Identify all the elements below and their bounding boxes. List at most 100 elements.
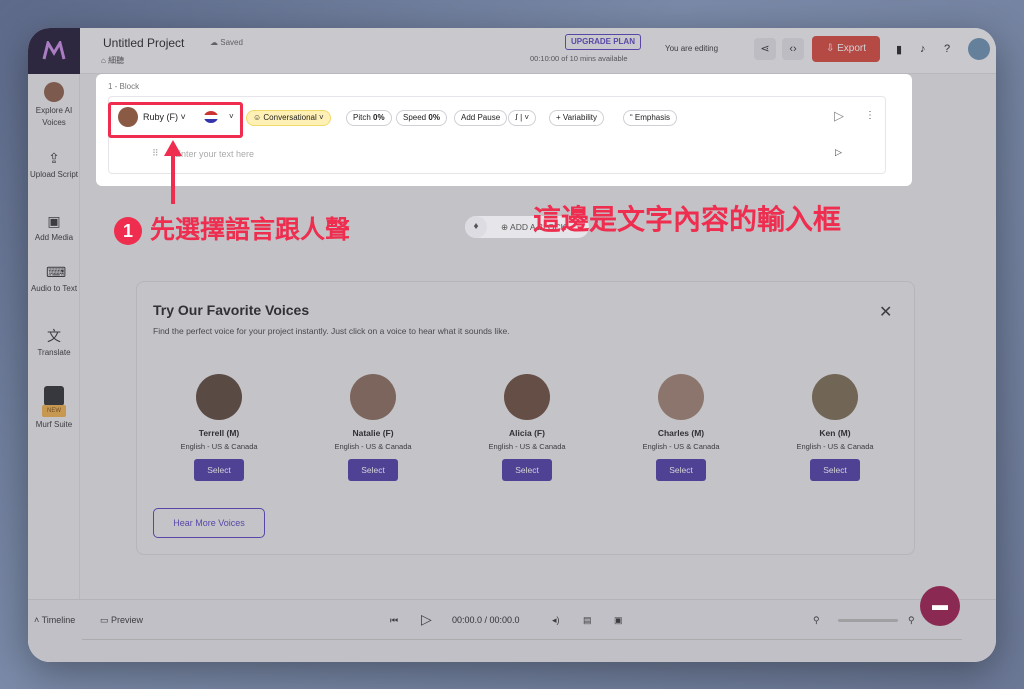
sidebar: Explore AI Voices ⇪ Upload Script ▣ Add …	[28, 28, 80, 662]
style-label: Conversational	[263, 113, 317, 122]
voice-avatar	[658, 374, 704, 420]
preview-icon: ▭	[100, 615, 109, 625]
timeline-label: Timeline	[41, 615, 76, 625]
preview-button[interactable]: ▭ Preview	[100, 615, 143, 626]
download-icon: ⇩	[825, 43, 835, 54]
top-bar: Untitled Project ☁ Saved ⌂ 細聽 UPGRADE PL…	[80, 28, 996, 74]
captions-icon[interactable]: ▣	[614, 615, 623, 626]
voice-locale: English - US & Canada	[796, 442, 874, 451]
timeline-ruler[interactable]	[82, 639, 962, 655]
timeline-bar: ˄ Timeline ▭ Preview ⏮ ▷ 00:00.0 / 00:00…	[28, 599, 996, 662]
voice-card: Ken (M) English - US & Canada Select	[775, 374, 895, 481]
project-title[interactable]: Untitled Project	[103, 36, 184, 50]
pronunciation-button[interactable]: ꭍ | ˅	[508, 110, 537, 126]
input-annotation: 這邊是文字內容的輸入框	[533, 204, 842, 235]
voice-avatar	[196, 374, 242, 420]
pitch-value: 0%	[373, 113, 385, 122]
sidebar-item-label: Audio to Text	[30, 284, 78, 293]
voice-avatar	[504, 374, 550, 420]
select-voice-button[interactable]: Select	[810, 459, 860, 481]
speed-label: Speed	[403, 113, 427, 122]
mic-icon[interactable]: ♦	[465, 216, 487, 238]
plus-icon: ⊕	[501, 222, 509, 232]
voice-name: Alicia (F)	[509, 428, 545, 438]
voice-name: Charles (M)	[657, 428, 705, 438]
comment-icon[interactable]: ▮	[896, 43, 902, 56]
variability-label: Variability	[562, 113, 597, 122]
select-voice-button[interactable]: Select	[502, 459, 552, 481]
sidebar-item-label: Upload Script	[29, 170, 79, 179]
favorites-title: Try Our Favorite Voices	[153, 302, 310, 318]
zoom-out-icon[interactable]: ⚲	[813, 615, 820, 626]
step-text: 先選擇語言跟人聲	[150, 216, 351, 244]
suite-icon	[44, 386, 64, 406]
select-voice-button[interactable]: Select	[348, 459, 398, 481]
speed-value: 0%	[428, 113, 440, 122]
pitch-control[interactable]: Pitch 0%	[346, 110, 392, 126]
murf-logo[interactable]	[28, 28, 80, 74]
voice-locale: English - US & Canada	[642, 442, 720, 451]
preview-label: Preview	[111, 615, 144, 625]
audio-text-icon: ⌨	[46, 264, 67, 280]
text-input[interactable]: Enter your text here	[175, 149, 254, 159]
voice-card: Natalie (F) English - US & Canada Select	[313, 374, 433, 481]
sidebar-item-label: Explore AI Voices	[35, 106, 73, 127]
sidebar-item-explore-voices[interactable]: Explore AI Voices	[28, 82, 80, 129]
saved-status: ☁ Saved	[210, 38, 243, 47]
volume-icon[interactable]: ◂)	[552, 615, 560, 626]
sidebar-item-upload-script[interactable]: ⇪ Upload Script	[28, 150, 80, 181]
play-line-icon[interactable]: ▷	[835, 147, 842, 158]
code-icon: ‹›	[789, 43, 797, 55]
voice-name: Natalie (F)	[352, 428, 394, 438]
more-options-icon[interactable]: ⋮	[865, 110, 875, 121]
voice-avatar	[350, 374, 396, 420]
style-selector[interactable]: ☺ Conversational ˅	[246, 110, 331, 126]
timeline-toggle[interactable]: ˄ Timeline	[34, 615, 75, 625]
bell-icon[interactable]: ♪	[920, 43, 926, 55]
select-voice-button[interactable]: Select	[656, 459, 706, 481]
user-avatar[interactable]	[968, 38, 990, 60]
pitch-label: Pitch	[353, 113, 371, 122]
hear-more-voices-button[interactable]: Hear More Voices	[153, 508, 265, 538]
upgrade-plan-button[interactable]: UPGRADE PLAN	[565, 34, 641, 50]
favorites-subtitle: Find the perfect voice for your project …	[153, 326, 510, 336]
block-label: 1 - Block	[108, 82, 140, 91]
time-display: 00:00.0 / 00:00.0	[452, 615, 520, 625]
new-badge: NEW	[42, 405, 66, 417]
chat-icon[interactable]: ▬	[920, 586, 960, 626]
export-label: Export	[837, 43, 867, 54]
embed-button[interactable]: ‹›	[782, 38, 804, 60]
sidebar-item-audio-to-text[interactable]: ⌨ Audio to Text	[28, 264, 80, 295]
variability-button[interactable]: + Variability	[549, 110, 604, 126]
sidebar-item-label: Murf Suite	[35, 420, 73, 429]
drag-handle-icon[interactable]: ⠿	[152, 148, 159, 159]
speed-control[interactable]: Speed 0%	[396, 110, 447, 126]
skip-back-icon[interactable]: ⏮	[390, 615, 398, 626]
zoom-in-icon[interactable]: ⚲	[908, 615, 915, 626]
share-button[interactable]: ⋖	[754, 38, 776, 60]
close-icon[interactable]: ✕	[879, 302, 892, 322]
play-block-icon[interactable]: ▷	[834, 108, 844, 124]
breadcrumb-label: 細聽	[108, 56, 125, 65]
arrow-icon	[164, 140, 182, 204]
zoom-slider[interactable]	[838, 619, 898, 622]
play-icon[interactable]: ▷	[421, 611, 432, 628]
emphasis-button[interactable]: “ Emphasis	[623, 110, 678, 126]
sidebar-item-add-media[interactable]: ▣ Add Media	[28, 213, 80, 244]
sidebar-item-murf-suite[interactable]: NEW Murf Suite	[28, 386, 80, 431]
breadcrumb[interactable]: ⌂ 細聽	[101, 55, 124, 66]
sidebar-item-translate[interactable]: 文 Translate	[28, 328, 80, 359]
emphasis-label: Emphasis	[634, 113, 671, 122]
step-annotation: 1 先選擇語言跟人聲	[114, 210, 350, 246]
voice-locale: English - US & Canada	[180, 442, 258, 451]
export-button[interactable]: ⇩ Export	[812, 36, 880, 62]
smile-icon: ☺	[253, 113, 262, 122]
upload-icon: ⇪	[48, 150, 60, 166]
editing-status: You are editing	[665, 44, 719, 53]
select-voice-button[interactable]: Select	[194, 459, 244, 481]
voice-locale: English - US & Canada	[334, 442, 412, 451]
voice-locale: English - US & Canada	[488, 442, 566, 451]
clapper-icon[interactable]: ▤	[583, 615, 592, 626]
help-icon[interactable]: ?	[944, 43, 950, 55]
add-pause-button[interactable]: Add Pause	[454, 110, 508, 126]
